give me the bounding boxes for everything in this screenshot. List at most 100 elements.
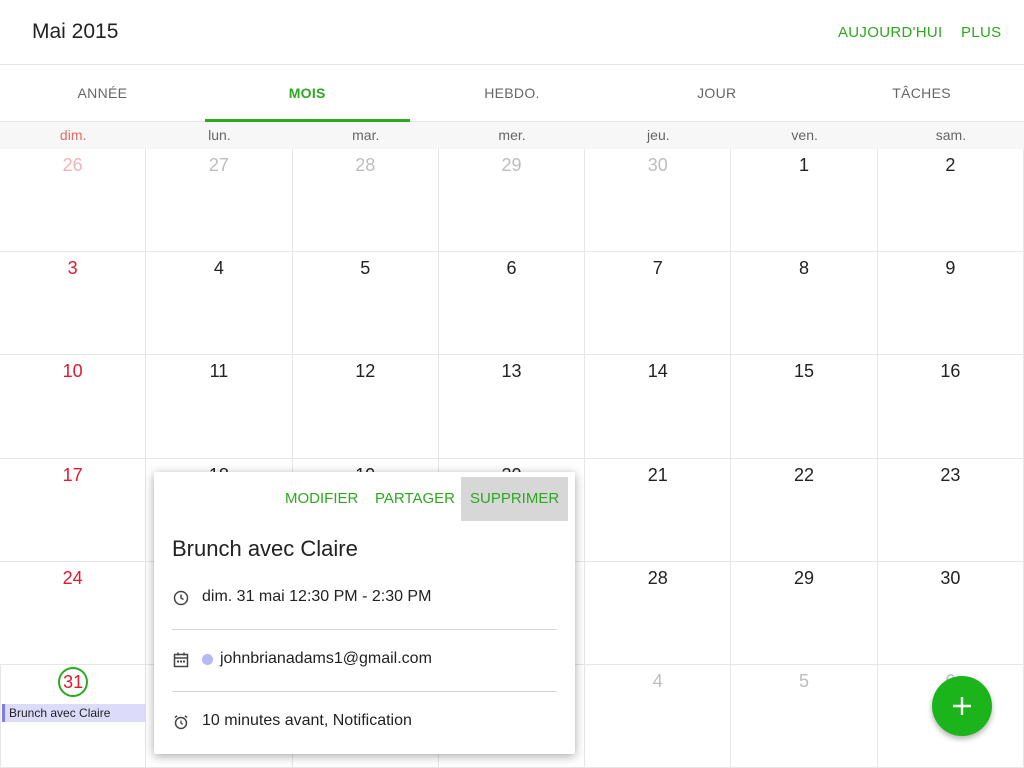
day-number: 1	[799, 155, 810, 175]
day-cell[interactable]: 7	[585, 252, 732, 355]
day-cell[interactable]: 3	[0, 252, 147, 355]
day-number: 11	[209, 361, 229, 381]
weekday-label: dim.	[59, 127, 87, 143]
day-number: 26	[62, 155, 83, 175]
day-number: 10	[62, 361, 83, 381]
weekday-header: dim. lun. mar. mer. jeu. ven. sam.	[0, 122, 1024, 149]
event-details-popup: MODIFIER PARTAGER SUPPRIMER Brunch avec …	[154, 472, 575, 754]
event-datetime: dim. 31 mai 12:30 PM - 2:30 PM	[202, 588, 432, 605]
day-number: 28	[355, 155, 376, 175]
tab-year[interactable]: ANNÉE	[0, 65, 205, 122]
day-number: 8	[799, 258, 810, 278]
weekday-label: sam.	[935, 127, 967, 143]
day-cell[interactable]: 12	[292, 355, 439, 459]
day-number: 9	[945, 258, 956, 278]
delete-button[interactable]: SUPPRIMER	[461, 477, 569, 521]
tab-week[interactable]: HEBDO.	[410, 65, 615, 122]
event-reminder-row: 10 minutes avant, Notification	[172, 703, 557, 743]
day-cell[interactable]: 16	[877, 355, 1024, 459]
day-number: 28	[647, 568, 668, 588]
day-cell[interactable]: 6	[438, 252, 586, 355]
day-number: 30	[940, 568, 961, 588]
day-number: 13	[501, 361, 522, 381]
day-cell[interactable]: 22	[731, 459, 878, 562]
event-calendar-row: johnbrianadams1@gmail.com	[172, 641, 557, 681]
weekday-label: mer.	[498, 127, 526, 143]
day-number: 5	[360, 258, 371, 278]
day-number: 15	[794, 361, 815, 381]
day-cell[interactable]: 29	[731, 562, 878, 665]
day-number: 12	[355, 361, 376, 381]
calendar-icon	[172, 651, 190, 669]
day-number: 22	[794, 465, 815, 485]
day-number: 27	[208, 155, 229, 175]
day-number: 4	[213, 258, 224, 278]
alarm-icon	[172, 713, 190, 731]
view-tabs: ANNÉE MOIS HEBDO. JOUR TÂCHES	[0, 65, 1024, 122]
day-cell[interactable]: 4	[146, 252, 293, 355]
day-number: 23	[940, 465, 961, 485]
day-cell[interactable]: 30	[877, 562, 1024, 665]
more-button[interactable]: PLUS	[961, 24, 1001, 41]
day-cell[interactable]: 23	[877, 459, 1024, 562]
day-number: 6	[506, 258, 517, 278]
day-number: 3	[67, 258, 78, 278]
day-cell[interactable]: 31 Brunch avec Claire	[0, 665, 147, 768]
day-cell[interactable]: 11	[146, 355, 293, 459]
divider	[172, 691, 557, 692]
weekday-label: jeu.	[647, 127, 670, 143]
day-number: 17	[62, 465, 83, 485]
day-number: 21	[647, 465, 668, 485]
weekday-label: lun.	[208, 127, 231, 143]
day-number: 4	[652, 671, 663, 691]
day-cell[interactable]: 8	[731, 252, 878, 355]
day-cell[interactable]: 15	[731, 355, 878, 459]
event-title: Brunch avec Claire	[172, 536, 358, 561]
day-cell[interactable]: 29	[438, 149, 586, 252]
weekday-label: mar.	[352, 127, 380, 143]
day-cell[interactable]: 30	[585, 149, 732, 252]
calendar-color-dot	[202, 654, 213, 665]
clock-icon	[172, 589, 190, 607]
event-datetime-row: dim. 31 mai 12:30 PM - 2:30 PM	[172, 579, 557, 619]
day-number: 30	[647, 155, 668, 175]
day-cell[interactable]: 5	[731, 665, 878, 768]
day-cell[interactable]: 10	[0, 355, 147, 459]
day-number: 16	[940, 361, 961, 381]
day-number: 5	[799, 671, 810, 691]
share-button[interactable]: PARTAGER	[366, 477, 464, 521]
edit-button[interactable]: MODIFIER	[276, 477, 367, 521]
day-cell[interactable]: 13	[438, 355, 586, 459]
day-cell[interactable]: 5	[292, 252, 439, 355]
day-number: 29	[794, 568, 815, 588]
day-cell[interactable]: 17	[0, 459, 147, 562]
day-number: 2	[945, 155, 956, 175]
day-cell[interactable]: 26	[0, 149, 147, 252]
event-reminder: 10 minutes avant, Notification	[202, 712, 412, 729]
day-number: 24	[62, 568, 83, 588]
day-cell[interactable]: 28	[292, 149, 439, 252]
day-cell[interactable]: 1	[731, 149, 878, 252]
tab-tasks[interactable]: TÂCHES	[819, 65, 1024, 122]
day-number: 29	[501, 155, 522, 175]
day-cell[interactable]: 27	[146, 149, 293, 252]
day-cell[interactable]: 24	[0, 562, 147, 665]
day-cell[interactable]: 14	[585, 355, 732, 459]
event-chip[interactable]: Brunch avec Claire	[2, 704, 146, 722]
day-cell[interactable]: 28	[585, 562, 732, 665]
day-number: 14	[647, 361, 668, 381]
tab-day[interactable]: JOUR	[614, 65, 819, 122]
day-cell[interactable]: 21	[585, 459, 732, 562]
calendar-account: johnbrianadams1@gmail.com	[220, 650, 432, 667]
month-title: Mai 2015	[32, 20, 119, 43]
day-cell[interactable]: 9	[877, 252, 1024, 355]
day-cell[interactable]: 2	[877, 149, 1024, 252]
day-cell[interactable]: 4	[585, 665, 732, 768]
day-number: 7	[652, 258, 663, 278]
add-event-button[interactable]	[932, 676, 992, 736]
tab-month[interactable]: MOIS	[204, 65, 410, 122]
app-header: Mai 2015 AUJOURD'HUI PLUS	[0, 0, 1024, 65]
today-button[interactable]: AUJOURD'HUI	[838, 24, 943, 41]
weekday-label: ven.	[791, 127, 818, 143]
divider	[172, 629, 557, 630]
